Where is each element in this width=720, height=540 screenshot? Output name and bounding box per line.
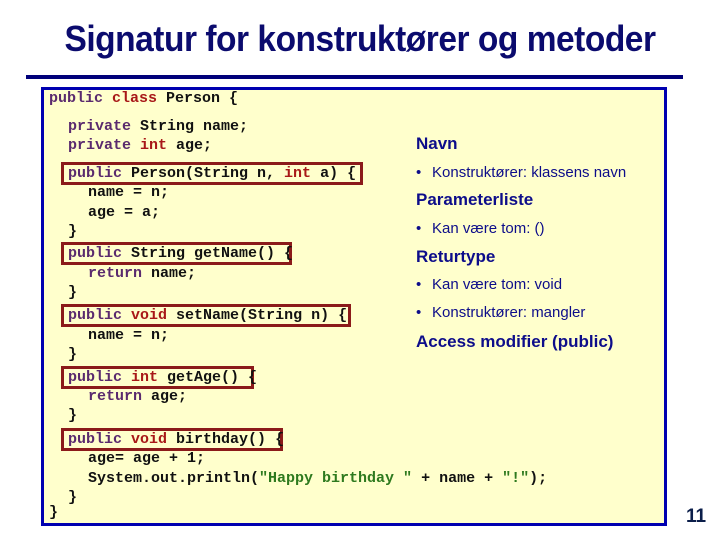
code-text: String getName() { — [122, 245, 294, 262]
note-heading-navn: Navn — [416, 134, 458, 153]
string-literal: "!" — [502, 470, 530, 487]
code-text: a) { — [311, 165, 357, 182]
code-line: public Person(String n, int a) { — [68, 164, 356, 183]
code-text: Person(String n, — [122, 165, 285, 182]
code-line: } — [49, 504, 59, 521]
code-text: setName(String n) { — [167, 307, 348, 324]
code-line: } — [68, 489, 78, 506]
keyword: int — [284, 165, 312, 182]
code-line: public int getAge() { — [68, 368, 257, 387]
note-text: Konstruktører: klassens navn — [432, 164, 627, 181]
code-line: } — [68, 223, 78, 240]
code-text: birthday() { — [167, 431, 285, 448]
code-line: private int age; — [68, 136, 212, 155]
code-line: } — [68, 407, 78, 424]
note-heading-returtype: Returtype — [416, 247, 496, 266]
keyword: return — [88, 388, 143, 405]
note-text: Kan være tom: void — [432, 276, 563, 293]
code-line: public void birthday() { — [68, 430, 284, 449]
code-text: Person { — [157, 90, 239, 107]
note-bullet: • Kan være tom: () — [416, 220, 545, 237]
bullet-icon: • — [416, 164, 422, 181]
keyword: public — [68, 369, 123, 386]
code-text: System.out.println( — [88, 470, 260, 487]
keyword: int — [131, 369, 159, 386]
keyword: class — [112, 90, 158, 107]
code-text: + name + — [412, 470, 503, 487]
note-heading-parameterliste: Parameterliste — [416, 190, 534, 209]
keyword: void — [131, 307, 168, 324]
code-text: age; — [167, 137, 213, 154]
note-bullet: • Konstruktører: klassens navn — [416, 164, 626, 181]
slide-title: Signatur for konstruktører og metoder — [64, 18, 656, 59]
code-text: age; — [142, 388, 188, 405]
keyword: public — [68, 307, 123, 324]
code-line: public class Person { — [49, 89, 238, 108]
keyword: return — [88, 265, 143, 282]
keyword: void — [131, 431, 168, 448]
string-literal: "Happy birthday " — [259, 470, 413, 487]
code-line: return age; — [88, 387, 187, 406]
note-text: Kan være tom: () — [432, 220, 545, 237]
code-line: name = n; — [88, 184, 170, 201]
bullet-icon: • — [416, 220, 422, 237]
note-bullet: • Kan være tom: void — [416, 276, 562, 293]
note-heading-access-modifier: Access modifier (public) — [416, 332, 614, 351]
code-line: age= age + 1; — [88, 450, 206, 467]
code-line: age = a; — [88, 204, 161, 221]
code-line: public String getName() { — [68, 244, 293, 263]
note-bullet: • Konstruktører: mangler — [416, 304, 585, 321]
code-line: public void setName(String n) { — [68, 306, 347, 325]
keyword: public — [49, 90, 104, 107]
code-line: System.out.println("Happy birthday " + n… — [88, 469, 547, 488]
code-text: getAge() { — [158, 369, 258, 386]
code-text: String name; — [131, 118, 249, 135]
page-number: 11 — [686, 506, 707, 527]
code-line: return name; — [88, 264, 196, 283]
title-divider — [26, 75, 683, 79]
keyword: public — [68, 245, 123, 262]
keyword: private — [68, 118, 132, 135]
code-text: name; — [142, 265, 197, 282]
keyword: public — [68, 431, 123, 448]
keyword: int — [140, 137, 168, 154]
code-line: } — [68, 346, 78, 363]
bullet-icon: • — [416, 276, 422, 293]
code-line: private String name; — [68, 117, 248, 136]
keyword: private — [68, 137, 132, 154]
bullet-icon: • — [416, 304, 422, 321]
note-text: Konstruktører: mangler — [432, 304, 586, 321]
code-text: ); — [529, 470, 548, 487]
code-line: name = n; — [88, 327, 170, 344]
keyword: public — [68, 165, 123, 182]
code-line: } — [68, 284, 78, 301]
